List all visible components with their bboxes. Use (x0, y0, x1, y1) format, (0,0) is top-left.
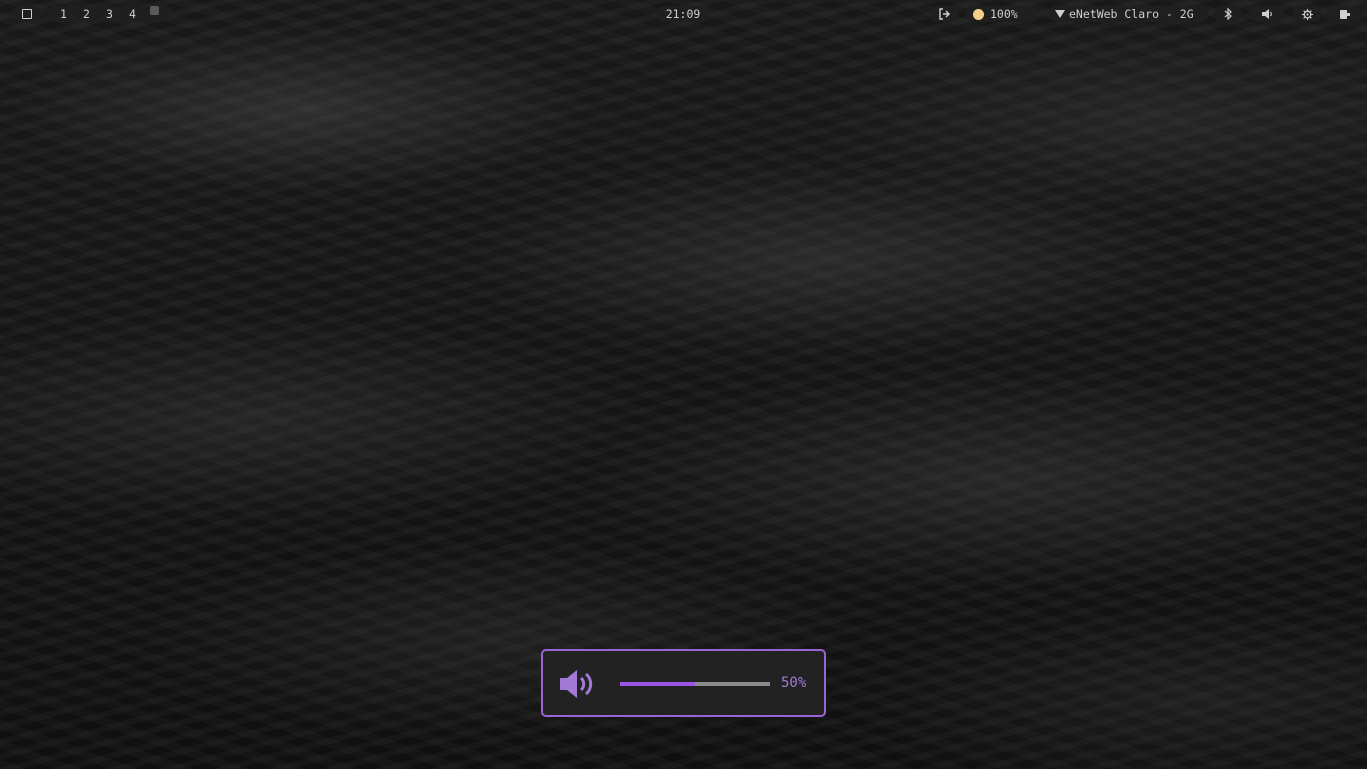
clock-time: 21:09 (665, 7, 701, 21)
workspace-4[interactable]: 4 (121, 6, 144, 22)
workspace-dot-icon[interactable] (150, 6, 159, 15)
network-name: eNetWeb Claro - 2G (1069, 7, 1194, 21)
wifi-icon (1055, 10, 1065, 18)
power-button[interactable] (1328, 6, 1361, 22)
gear-icon (1301, 8, 1313, 20)
workspace-2[interactable]: 2 (75, 6, 98, 22)
brightness-value: 100% (990, 7, 1018, 21)
logout-icon (939, 8, 950, 20)
volume-button[interactable] (1250, 6, 1284, 22)
volume-slider-fill (620, 682, 695, 686)
workspace-1[interactable]: 1 (52, 6, 75, 22)
layout-toggle-button[interactable] (12, 6, 42, 22)
bluetooth-icon (1224, 8, 1232, 20)
speaker-icon (1262, 9, 1272, 19)
volume-percent: 50% (781, 675, 807, 691)
volume-slider[interactable] (620, 682, 770, 686)
logout-button[interactable] (930, 6, 958, 22)
brightness-indicator[interactable]: 100% (966, 6, 1038, 22)
speaker-icon (560, 670, 593, 698)
settings-button[interactable] (1292, 6, 1322, 22)
clock[interactable]: 21:09 (657, 6, 709, 22)
workspace-list: 1 2 3 4 (52, 6, 159, 22)
volume-osd: 50% (541, 649, 826, 717)
workspace-3[interactable]: 3 (98, 6, 121, 22)
sun-icon (973, 8, 984, 20)
layout-square-icon (22, 9, 32, 19)
workspace-switcher: 1 2 3 4 (48, 6, 173, 22)
battery-icon (1339, 10, 1350, 19)
network-indicator[interactable]: eNetWeb Claro - 2G (1048, 6, 1208, 22)
bluetooth-button[interactable] (1214, 6, 1242, 22)
